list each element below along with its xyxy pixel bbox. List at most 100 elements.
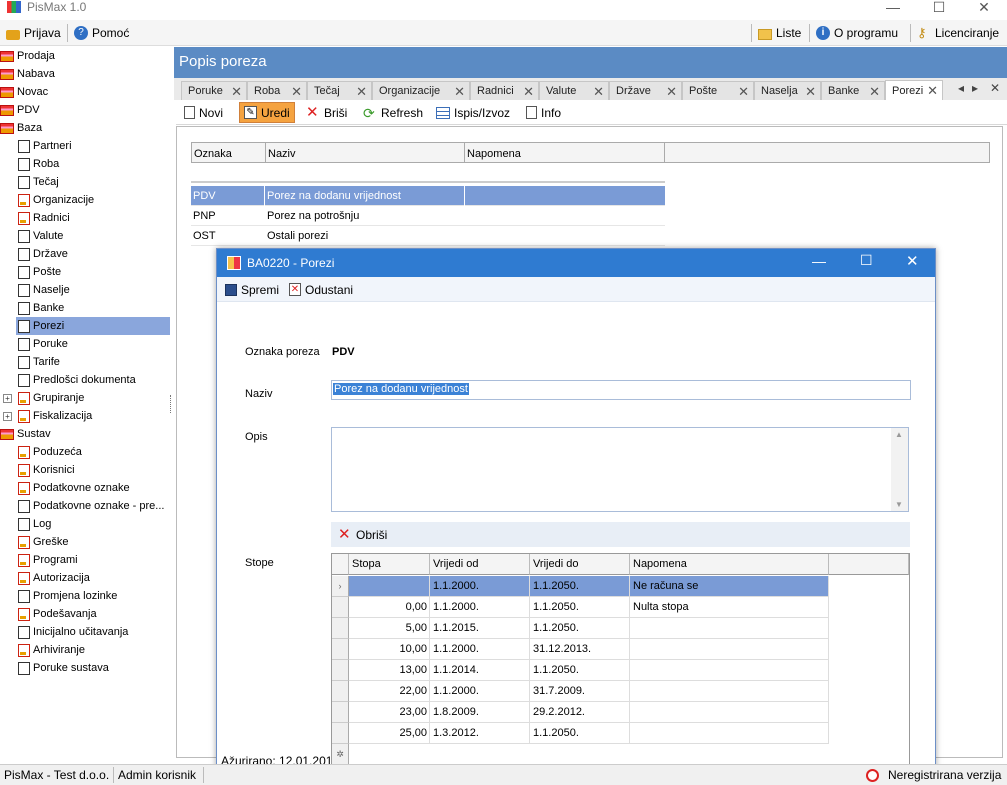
sidebar-item[interactable]: Korisnici (18, 461, 75, 479)
sidebar-item[interactable]: PDV (0, 101, 40, 119)
rate-row[interactable]: 13,00 1.1.2014. 1.1.2050. (349, 660, 829, 681)
rate-row[interactable]: 23,00 1.8.2009. 29.2.2012. (349, 702, 829, 723)
tab-close-icon[interactable]: ✕ (927, 83, 938, 99)
scroll-up-icon[interactable]: ▲ (895, 430, 903, 439)
tab-radnici[interactable]: Radnici ✕ (470, 81, 539, 100)
sidebar-item[interactable]: Baza (0, 119, 42, 137)
tab-close-icon[interactable]: ✕ (231, 84, 242, 100)
row-indicator[interactable] (332, 681, 349, 702)
sidebar-item[interactable]: Nabava (0, 65, 55, 83)
tab-close-icon[interactable]: ✕ (805, 84, 816, 100)
tab-close-icon[interactable]: ✕ (523, 84, 534, 100)
sidebar-item[interactable]: Podešavanja (18, 605, 97, 623)
new-row-indicator[interactable]: ✲ (332, 744, 349, 765)
table-row[interactable]: PDV Porez na dodanu vrijednost (191, 186, 665, 206)
tab-close-icon[interactable]: ✕ (454, 84, 465, 100)
tab-valute[interactable]: Valute ✕ (539, 81, 609, 100)
row-indicator[interactable] (332, 723, 349, 744)
scroll-down-icon[interactable]: ▼ (895, 500, 903, 509)
rate-row[interactable]: 22,00 1.1.2000. 31.7.2009. (349, 681, 829, 702)
menu-prijava[interactable]: Prijava (6, 24, 61, 42)
sidebar-item[interactable]: Porezi (16, 317, 170, 335)
novi-button[interactable]: Novi (180, 102, 227, 123)
naziv-input[interactable]: Porez na dodanu vrijednost (331, 380, 911, 400)
tab-close-icon[interactable]: ✕ (593, 84, 604, 100)
rate-row[interactable]: 10,00 1.1.2000. 31.12.2013. (349, 639, 829, 660)
row-indicator[interactable] (332, 639, 349, 660)
spremi-button[interactable]: Spremi (221, 279, 283, 300)
sidebar-item[interactable]: Inicijalno učitavanja (18, 623, 128, 641)
minimize-button[interactable]: — (870, 0, 916, 18)
tab-close-icon[interactable]: ✕ (356, 84, 367, 100)
sidebar-item[interactable]: + Fiskalizacija (3, 407, 92, 425)
filter-row[interactable] (191, 163, 665, 183)
column-header-oznaka[interactable]: Oznaka (191, 142, 266, 163)
tab-države[interactable]: Države ✕ (609, 81, 682, 100)
sidebar-item[interactable]: Predlošci dokumenta (18, 371, 136, 389)
column-header-napomena[interactable]: Napomena (630, 554, 829, 575)
close-all-tabs-icon[interactable]: ✕ (990, 81, 1000, 95)
row-indicator[interactable]: › (332, 576, 349, 597)
tab-organizacije[interactable]: Organizacije ✕ (372, 81, 470, 100)
dialog-minimize-button[interactable]: — (812, 253, 826, 269)
rate-row[interactable]: 0,00 1.1.2000. 1.1.2050. Nulta stopa (349, 597, 829, 618)
tab-naselja[interactable]: Naselja ✕ (754, 81, 821, 100)
menu-oprogramu[interactable]: i O programu (816, 24, 898, 42)
sidebar-item[interactable]: Tečaj (18, 173, 59, 191)
sidebar-item[interactable]: Autorizacija (18, 569, 90, 587)
scroll-left-icon[interactable]: ◂ (958, 81, 964, 95)
dialog-maximize-button[interactable]: ☐ (860, 252, 873, 269)
tab-close-icon[interactable]: ✕ (666, 84, 677, 100)
sidebar-item[interactable]: Pošte (18, 263, 61, 281)
sidebar-item[interactable]: Promjena lozinke (18, 587, 117, 605)
uredi-button[interactable]: ✎ Uredi (239, 102, 295, 123)
sidebar-item[interactable]: Sustav (0, 425, 51, 443)
refresh-button[interactable]: ⟳ Refresh (359, 102, 427, 123)
sidebar-item[interactable]: Roba (18, 155, 59, 173)
menu-pomoc[interactable]: ? Pomoć (74, 24, 129, 42)
tab-tečaj[interactable]: Tečaj ✕ (307, 81, 372, 100)
expand-icon[interactable]: + (3, 393, 12, 403)
sidebar-item[interactable]: Poruke sustava (18, 659, 109, 677)
sidebar-item[interactable]: Poduzeća (18, 443, 82, 461)
sidebar-item[interactable]: Tarife (18, 353, 60, 371)
sidebar-item[interactable]: Novac (0, 83, 48, 101)
row-indicator[interactable] (332, 660, 349, 681)
sidebar-item[interactable]: Naselje (18, 281, 70, 299)
rate-row[interactable]: 1.1.2000. 1.1.2050. Ne računa se (349, 576, 829, 597)
sidebar-item[interactable]: + Grupiranje (3, 389, 84, 407)
column-header-vrijedi-od[interactable]: Vrijedi od (430, 554, 530, 575)
tab-roba[interactable]: Roba ✕ (247, 81, 307, 100)
maximize-button[interactable]: ☐ (916, 0, 962, 18)
tab-close-icon[interactable]: ✕ (291, 84, 302, 100)
table-row[interactable]: PNP Porez na potrošnju (191, 206, 665, 226)
brisi-button[interactable]: ✕ Briši (302, 102, 351, 123)
tab-poruke[interactable]: Poruke ✕ (181, 81, 247, 100)
close-window-button[interactable]: ✕ (961, 0, 1007, 18)
sidebar-item[interactable]: Radnici (18, 209, 70, 227)
opis-scrollbar[interactable]: ▲ ▼ (891, 428, 908, 511)
column-header-vrijedi-do[interactable]: Vrijedi do (530, 554, 630, 575)
ispis-button[interactable]: Ispis/Izvoz (432, 102, 514, 123)
odustani-button[interactable]: ✕ Odustani (285, 279, 357, 300)
column-header-stopa[interactable]: Stopa (349, 554, 430, 575)
tab-porezi[interactable]: Porezi ✕ (885, 80, 943, 100)
column-header-napomena[interactable]: Napomena (464, 142, 665, 163)
tab-banke[interactable]: Banke ✕ (821, 81, 885, 100)
expand-icon[interactable]: + (3, 411, 12, 421)
row-indicator[interactable] (332, 618, 349, 639)
dialog-close-button[interactable]: ✕ (906, 252, 919, 270)
sidebar-item[interactable]: Arhiviranje (18, 641, 85, 659)
menu-liste[interactable]: Liste (758, 24, 801, 42)
row-indicator[interactable] (332, 702, 349, 723)
tab-close-icon[interactable]: ✕ (738, 84, 749, 100)
sidebar-item[interactable]: Podatkovne oznake - pre... (18, 497, 164, 515)
scroll-right-icon[interactable]: ▸ (972, 81, 978, 95)
info-button[interactable]: Info (522, 102, 565, 123)
rate-row[interactable]: 5,00 1.1.2015. 1.1.2050. (349, 618, 829, 639)
sidebar-item[interactable]: Log (18, 515, 51, 533)
table-row[interactable]: OST Ostali porezi (191, 226, 665, 246)
rate-row[interactable]: 25,00 1.3.2012. 1.1.2050. (349, 723, 829, 744)
new-rate-row[interactable] (349, 744, 829, 765)
sidebar-item[interactable]: Prodaja (0, 47, 55, 65)
